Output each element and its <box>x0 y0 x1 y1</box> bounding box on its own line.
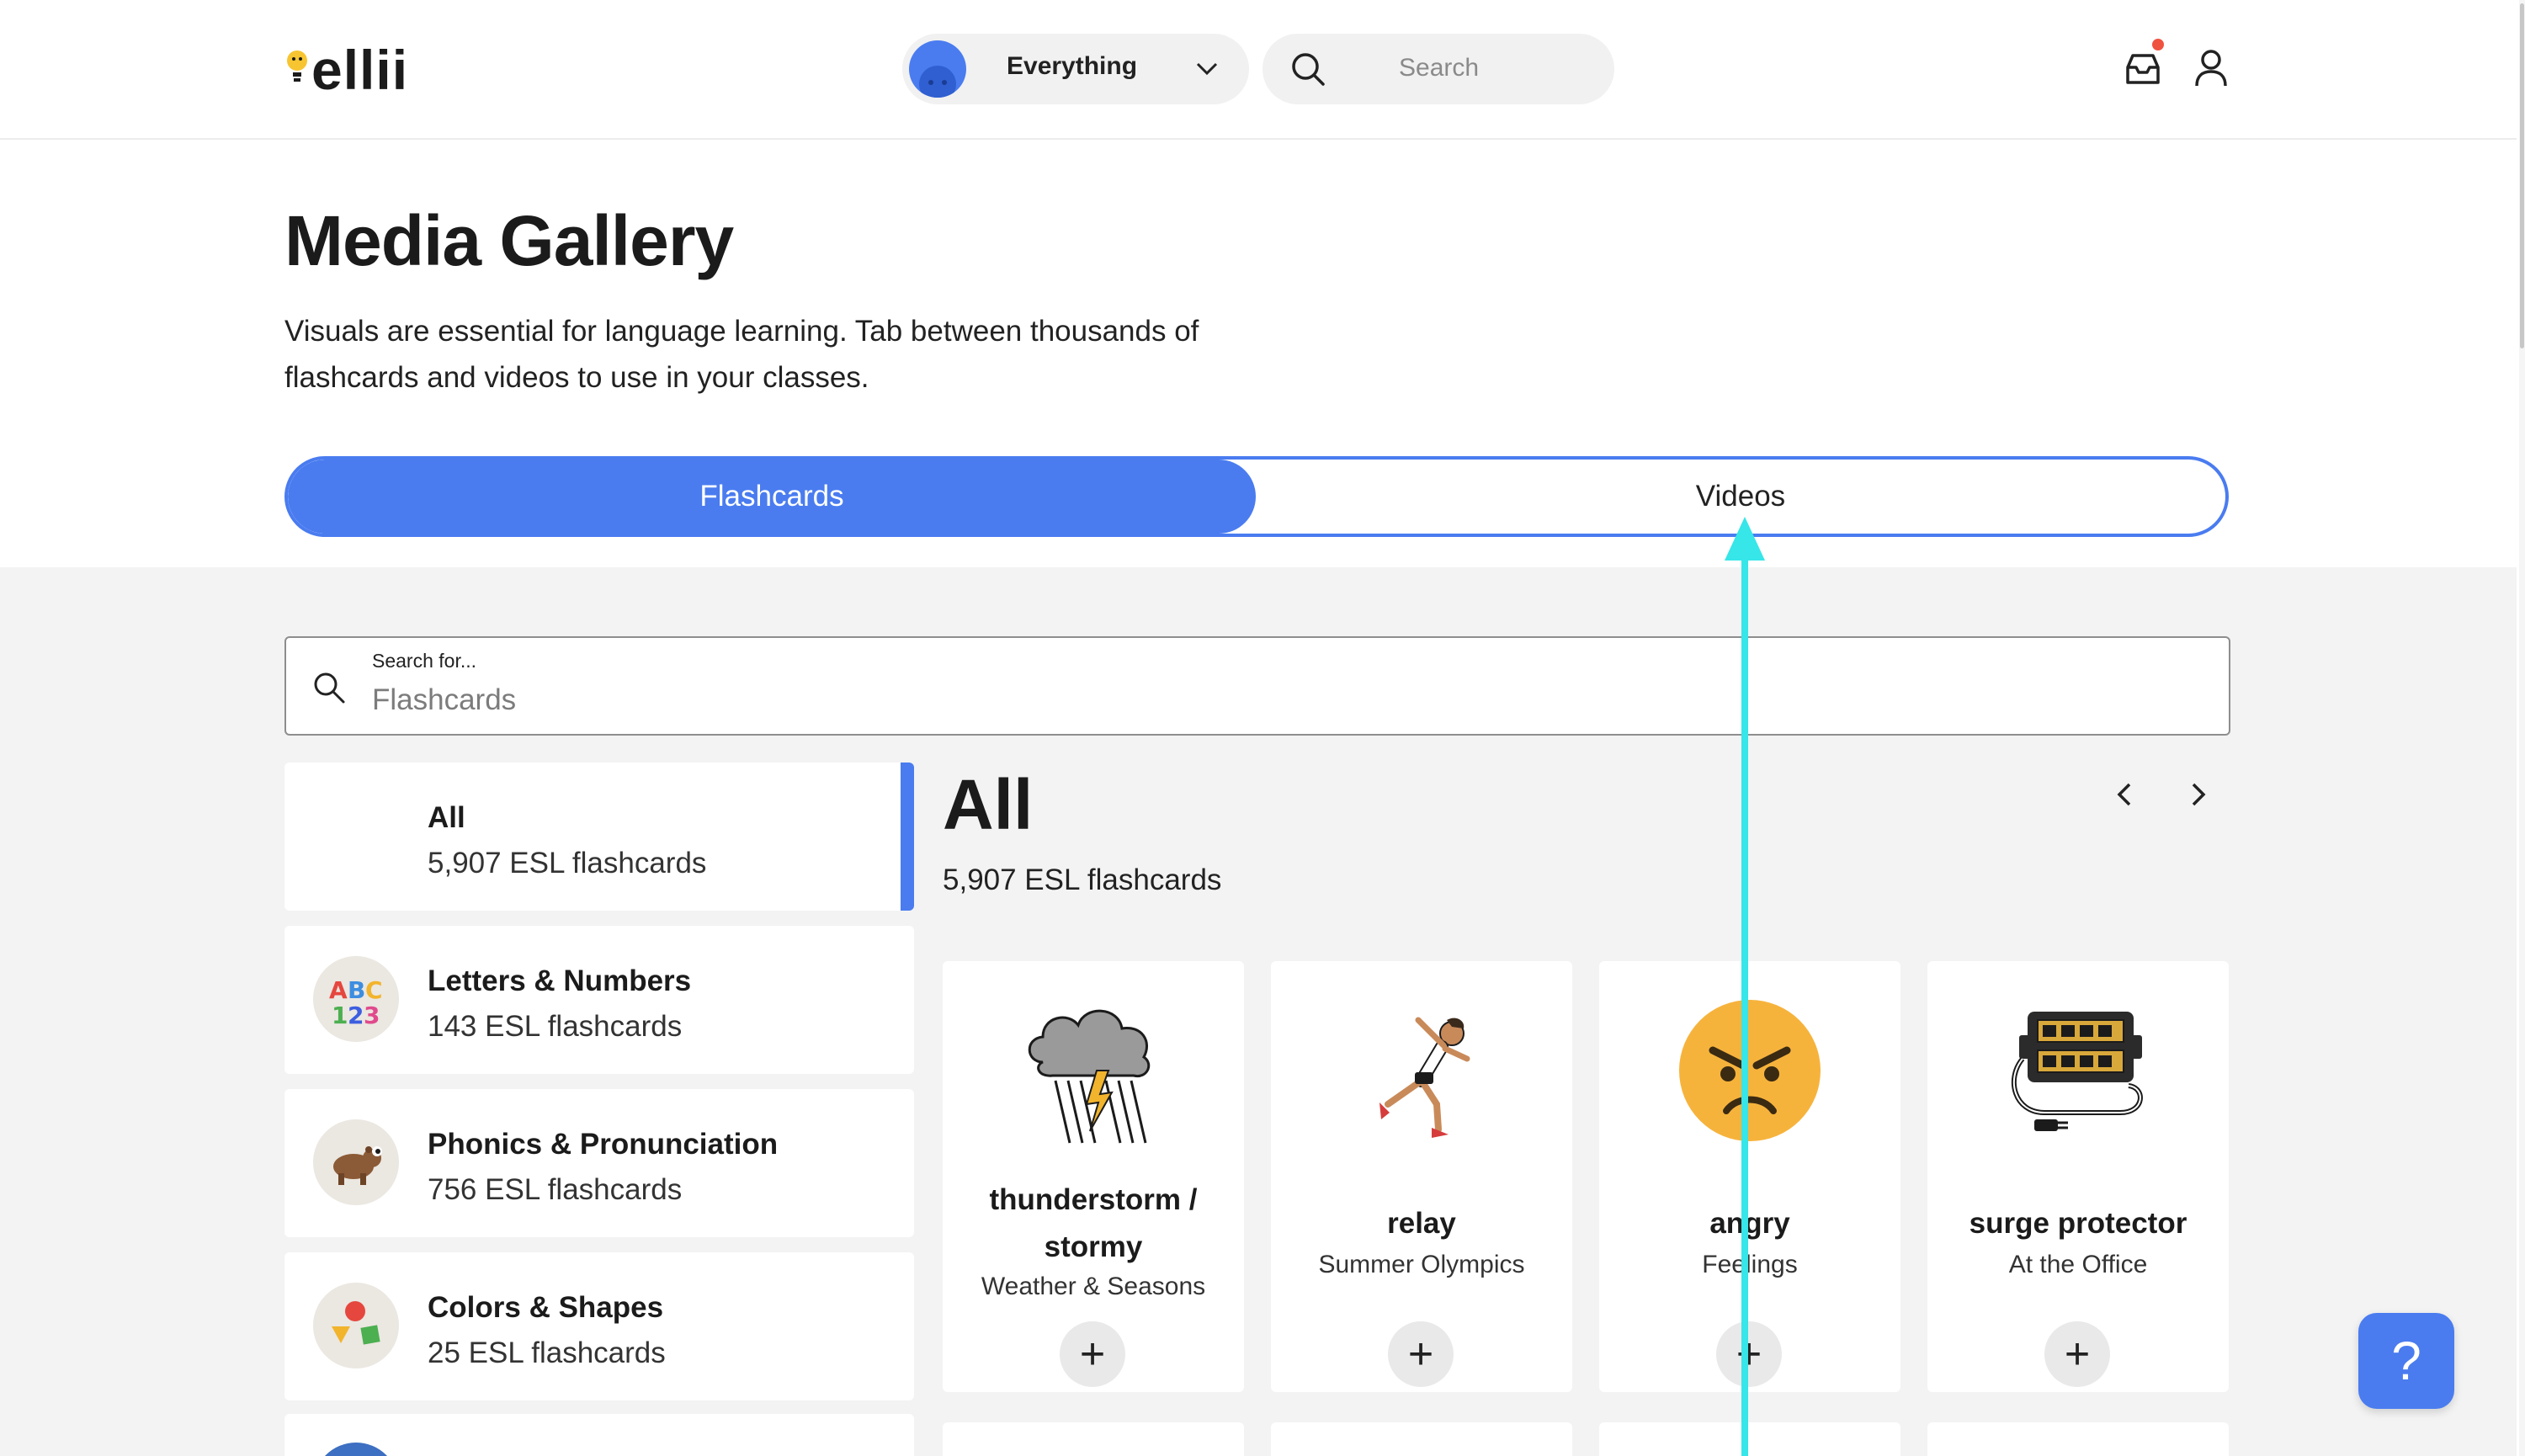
flashcard-card[interactable]: angry Feelings + <box>1599 961 1900 1392</box>
card-category: Summer Olympics <box>1318 1251 1525 1278</box>
tab-flashcards[interactable]: Flashcards <box>288 460 1256 534</box>
category-all[interactable]: All 5,907 ESL flashcards <box>284 763 914 911</box>
category-item-partial[interactable] <box>284 1414 914 1456</box>
pointer-arrow-head <box>1725 517 1765 561</box>
lightbulb-icon <box>287 50 307 82</box>
search-icon <box>1292 53 1325 86</box>
shapes-icon <box>313 1283 399 1368</box>
card-title: surge protector <box>1969 1207 2187 1240</box>
category-name: Phonics & Pronunciation <box>428 1128 779 1161</box>
card-title: relay <box>1387 1207 1456 1240</box>
runner-icon <box>1379 1017 1470 1138</box>
ellii-logo[interactable]: ellii <box>284 42 408 98</box>
flashcard-card[interactable]: surge protector At the Office + <box>1927 961 2229 1392</box>
flashcard-search-input[interactable]: Search for... Flashcards <box>284 636 2230 736</box>
flashcard-card-partial[interactable] <box>1927 1422 2229 1456</box>
abc-123-icon: A B C 1 2 3 <box>313 956 399 1042</box>
add-card-button[interactable]: + <box>2044 1321 2110 1387</box>
bear-icon <box>313 1119 399 1205</box>
add-card-button[interactable]: + <box>1060 1321 1125 1387</box>
inbox-icon[interactable] <box>2123 49 2163 89</box>
logo-text: ellii <box>311 39 409 101</box>
chevron-down-icon <box>1196 62 1218 76</box>
category-count: 143 ESL flashcards <box>428 1010 683 1043</box>
page-title: Media Gallery <box>284 201 734 280</box>
flashcard-card-partial[interactable] <box>1271 1422 1572 1456</box>
flashcard-card-partial[interactable] <box>1599 1422 1900 1456</box>
category-name: Colors & Shapes <box>428 1291 664 1324</box>
section-count: 5,907 ESL flashcards <box>943 864 1222 896</box>
pointer-arrow-line <box>1741 555 1748 1456</box>
top-header: ellii Everything Search <box>0 0 2517 140</box>
add-card-button[interactable]: + <box>1388 1321 1454 1387</box>
section-title: All <box>943 765 1034 844</box>
search-icon <box>314 672 345 704</box>
global-search-placeholder: Search <box>1399 54 1480 82</box>
add-card-button[interactable]: + <box>1716 1321 1782 1387</box>
user-icon[interactable] <box>2193 49 2229 88</box>
help-button[interactable]: ? <box>2358 1313 2454 1409</box>
search-field-label: Search for... <box>372 650 477 672</box>
angry-face-icon <box>1679 1000 1821 1141</box>
category-phonics[interactable]: Phonics & Pronunciation 756 ESL flashcar… <box>284 1089 914 1237</box>
chevron-right-icon[interactable] <box>2178 774 2219 815</box>
svg-text:C: C <box>365 976 383 1004</box>
category-name: Letters & Numbers <box>428 964 692 997</box>
notification-dot <box>2152 39 2164 50</box>
category-name: All <box>428 801 465 834</box>
category-colors-shapes[interactable]: Colors & Shapes 25 ESL flashcards <box>284 1252 914 1400</box>
svg-text:A: A <box>329 976 348 1004</box>
svg-text:1: 1 <box>332 1002 348 1029</box>
scope-avatar-icon <box>909 40 966 98</box>
card-category: Feelings <box>1702 1251 1798 1278</box>
global-search[interactable]: Search <box>1262 34 1614 104</box>
svg-text:B: B <box>348 976 365 1004</box>
card-title: thunderstorm / stormy <box>989 1183 1198 1263</box>
category-letters-numbers[interactable]: A B C 1 2 3 Letters & Numbers 143 ESL fl… <box>284 926 914 1074</box>
card-category: Weather & Seasons <box>981 1273 1206 1300</box>
category-count: 25 ESL flashcards <box>428 1336 666 1369</box>
power-strip-icon <box>2011 1012 2143 1131</box>
scope-dropdown[interactable]: Everything <box>902 34 1249 104</box>
page-description: Visuals are essential for language learn… <box>284 315 1199 394</box>
flashcard-card[interactable]: thunderstorm / stormy Weather & Seasons … <box>943 961 1244 1392</box>
scrollbar-thumb[interactable] <box>2520 3 2524 348</box>
search-field-placeholder: Flashcards <box>372 683 517 716</box>
card-title: angry <box>1709 1207 1790 1240</box>
scope-label: Everything <box>1007 52 1138 80</box>
category-count: 5,907 ESL flashcards <box>428 847 707 879</box>
media-tabs: Flashcards Videos <box>284 456 2229 537</box>
category-count: 756 ESL flashcards <box>428 1173 683 1206</box>
card-category: At the Office <box>2008 1251 2148 1278</box>
chevron-left-icon[interactable] <box>2104 774 2145 815</box>
svg-text:3: 3 <box>364 1002 380 1029</box>
flashcard-card-partial[interactable] <box>943 1422 1244 1456</box>
svg-text:2: 2 <box>348 1002 364 1029</box>
thunderstorm-icon <box>1028 1009 1151 1144</box>
flashcard-card[interactable]: relay Summer Olympics + <box>1271 961 1572 1392</box>
